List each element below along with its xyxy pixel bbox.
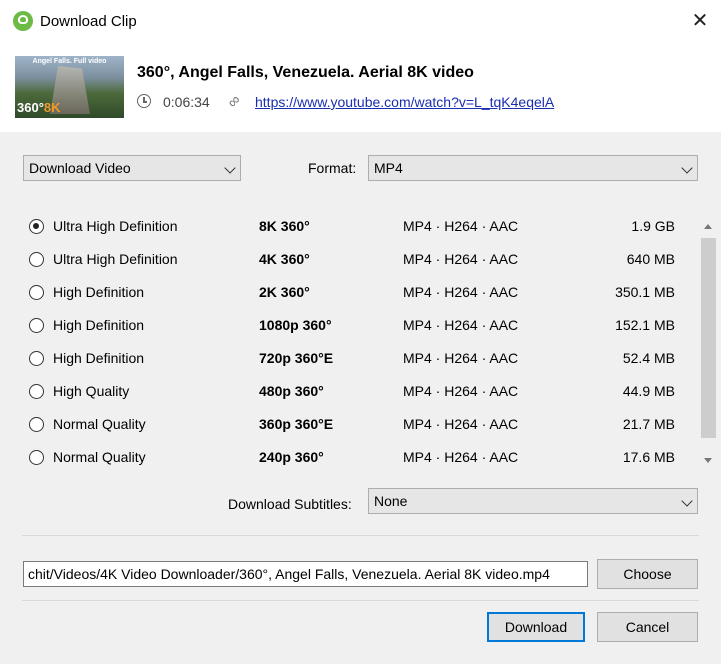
video-url-link[interactable]: https://www.youtube.com/watch?v=L_tqK4eq… (255, 94, 554, 110)
file-size-label: 52.4 MB (622, 350, 675, 366)
resolution-label: 4K 360° (259, 251, 310, 267)
quality-label: Normal Quality (53, 449, 146, 465)
scrollbar-thumb[interactable] (701, 238, 716, 438)
file-size-label: 640 MB (626, 251, 675, 267)
download-mode-select[interactable]: Download Video (23, 155, 241, 181)
codec-label: MP4 · H264 · AAC (403, 383, 519, 399)
file-size-label: 350.1 MB (615, 284, 675, 300)
file-size-label: 17.6 MB (622, 449, 675, 465)
chevron-down-icon (224, 162, 236, 174)
quality-option-row[interactable]: Normal Quality 360p 360°E MP4 · H264 · AAC… (0, 409, 700, 441)
radio-button[interactable] (29, 252, 44, 267)
file-size-label: 1.9 GB (631, 218, 675, 234)
download-button[interactable]: Download (487, 612, 585, 642)
app-logo-icon (13, 11, 33, 31)
video-header: Angel Falls. Full video 360°8K 360°, Ang… (0, 44, 721, 132)
quality-label: Normal Quality (53, 416, 146, 432)
radio-button[interactable] (29, 219, 44, 234)
resolution-label: 8K 360° (259, 218, 310, 234)
options-scrollbar[interactable] (700, 220, 717, 470)
codec-label: MP4 · H264 · AAC (403, 218, 519, 234)
download-mode-value: Download Video (29, 160, 131, 176)
quality-option-row[interactable]: Normal Quality 240p 360° MP4 · H264 · AAC 1… (0, 442, 700, 474)
quality-label: High Definition (53, 350, 145, 366)
subtitles-select[interactable]: None (368, 488, 698, 514)
codec-label: MP4 · H264 · AAC (403, 317, 519, 333)
scroll-up-icon[interactable] (704, 224, 712, 229)
quality-option-row[interactable]: High Definition 2K 360° MP4 · H264 · AAC 35… (0, 277, 700, 309)
cancel-button[interactable]: Cancel (597, 612, 698, 642)
file-size-label: 21.7 MB (622, 416, 675, 432)
radio-button[interactable] (29, 417, 44, 432)
codec-label: MP4 · H264 · AAC (403, 350, 519, 366)
quality-option-row[interactable]: Ultra High Definition 8K 360° MP4 · H264 ·… (0, 211, 700, 243)
quality-label: High Definition (53, 284, 145, 300)
title-bar: Download Clip ✕ (0, 0, 721, 44)
window-title: Download Clip (40, 13, 137, 30)
resolution-label: 720p 360°E (259, 350, 334, 366)
resolution-label: 480p 360° (259, 383, 324, 399)
video-thumbnail: Angel Falls. Full video 360°8K (15, 56, 124, 118)
codec-label: MP4 · H264 · AAC (403, 284, 519, 300)
quality-label: High Quality (53, 383, 130, 399)
codec-label: MP4 · H264 · AAC (403, 449, 519, 465)
file-size-label: 44.9 MB (622, 383, 675, 399)
radio-button[interactable] (29, 384, 44, 399)
choose-button[interactable]: Choose (597, 559, 698, 589)
subtitles-value: None (374, 493, 408, 509)
divider (22, 600, 699, 601)
resolution-label: 360p 360°E (259, 416, 334, 432)
quality-label: High Definition (53, 317, 145, 333)
video-duration: 0:06:34 (163, 94, 210, 110)
radio-button[interactable] (29, 450, 44, 465)
quality-option-row[interactable]: High Quality 480p 360° MP4 · H264 · AAC 44.… (0, 376, 700, 408)
radio-button[interactable] (29, 351, 44, 366)
codec-label: MP4 · H264 · AAC (403, 251, 519, 267)
link-icon: ∞ (224, 91, 245, 112)
subtitles-label: Download Subtitles: (228, 496, 352, 512)
quality-option-row[interactable]: Ultra High Definition 4K 360° MP4 · H264 ·… (0, 244, 700, 276)
file-size-label: 152.1 MB (615, 317, 675, 333)
resolution-label: 240p 360° (259, 449, 324, 465)
radio-button[interactable] (29, 285, 44, 300)
resolution-label: 2K 360° (259, 284, 310, 300)
quality-label: Ultra High Definition (53, 251, 178, 267)
thumbnail-badge: 360°8K (17, 100, 61, 115)
format-value: MP4 (374, 160, 403, 176)
format-label: Format: (308, 160, 357, 176)
format-select[interactable]: MP4 (368, 155, 698, 181)
thumbnail-caption: Angel Falls. Full video (32, 58, 107, 65)
quality-option-row[interactable]: High Definition 1080p 360° MP4 · H264 · AA… (0, 310, 700, 342)
chevron-down-icon (681, 495, 693, 507)
save-path-field[interactable]: chit/Videos/4K Video Downloader/360°, An… (23, 561, 588, 587)
divider (22, 535, 699, 536)
quality-option-row[interactable]: High Definition 720p 360°E MP4 · H264 · AA… (0, 343, 700, 375)
video-title: 360°, Angel Falls, Venezuela. Aerial 8K … (137, 64, 474, 81)
close-icon[interactable]: ✕ (688, 8, 712, 34)
chevron-down-icon (681, 162, 693, 174)
clock-icon (137, 94, 151, 108)
resolution-label: 1080p 360° (259, 317, 332, 333)
codec-label: MP4 · H264 · AAC (403, 416, 519, 432)
scroll-down-icon[interactable] (704, 458, 712, 463)
radio-button[interactable] (29, 318, 44, 333)
quality-label: Ultra High Definition (53, 218, 178, 234)
